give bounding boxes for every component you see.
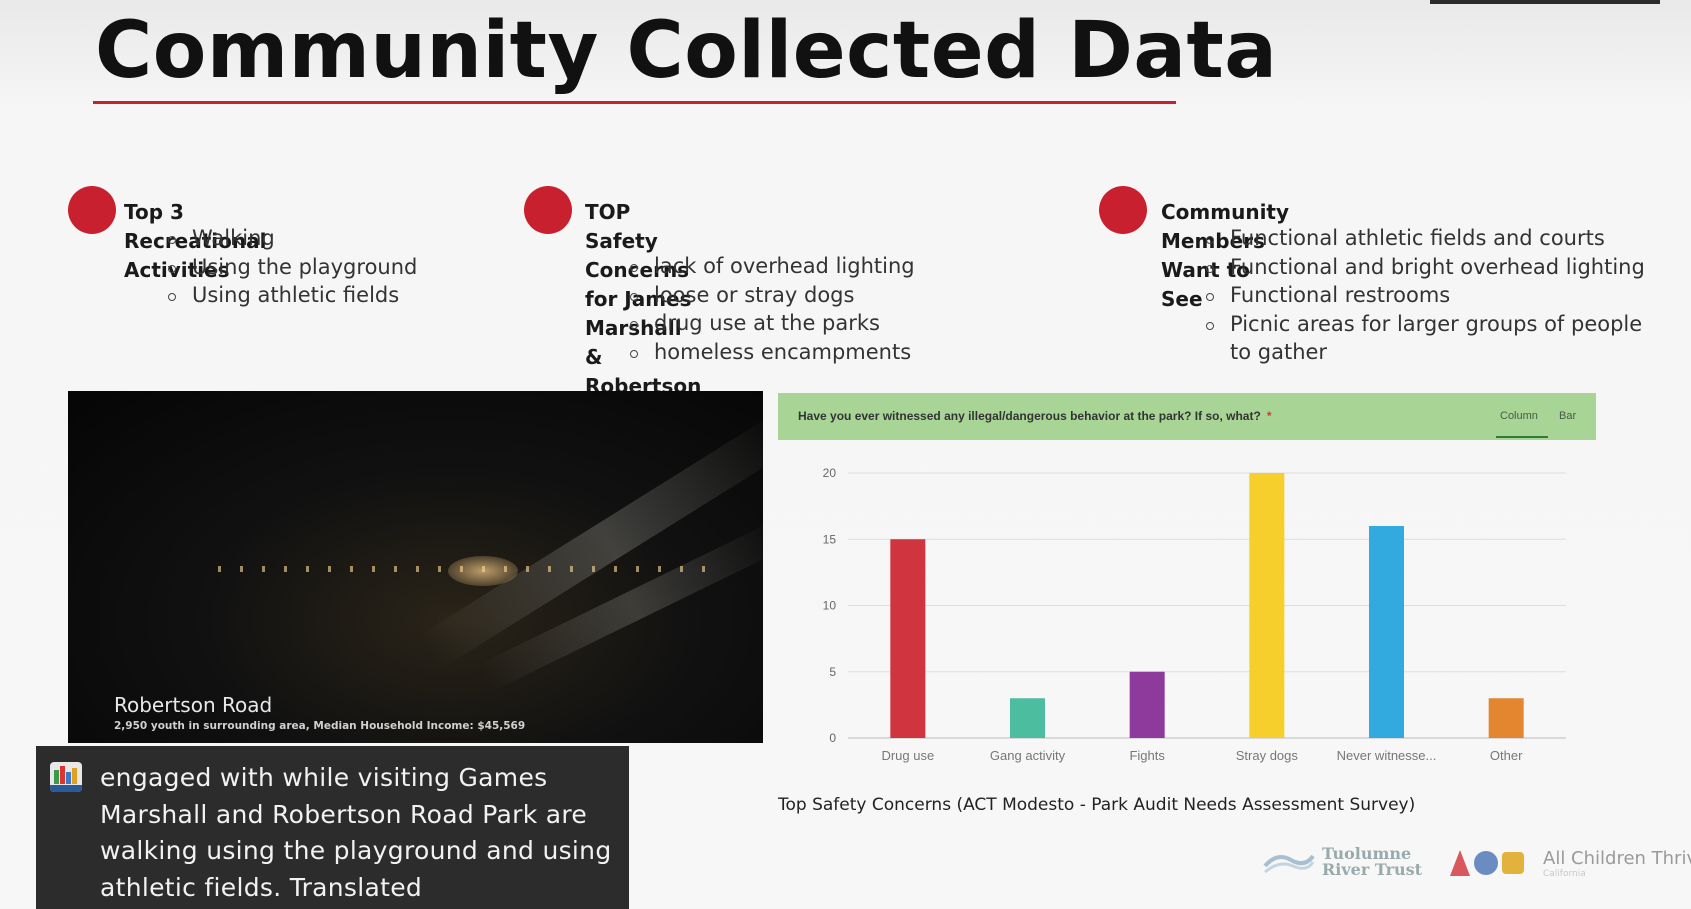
- bullet-list: Walking Using the playground Using athle…: [168, 224, 417, 310]
- list-item: Functional and bright overhead lighting: [1206, 253, 1645, 282]
- photo-title: Robertson Road: [114, 693, 273, 717]
- list-item-continuation: to gather: [1230, 340, 1328, 364]
- list-item: Picnic areas for larger groups of people: [1206, 310, 1645, 339]
- caption-line: walking using the playground and using: [100, 836, 612, 865]
- video-top-bar: [1430, 0, 1660, 4]
- x-tick-label: Other: [1490, 748, 1523, 763]
- caption-overlay: engaged with while visiting Games Marsha…: [36, 746, 629, 909]
- slide-title: Community Collected Data: [95, 6, 1278, 96]
- list-item: Functional athletic fields and courts: [1206, 224, 1645, 253]
- y-tick-label: 5: [829, 665, 836, 679]
- logo-text-line: River Trust: [1322, 860, 1423, 879]
- bar-chart: 0 5 10 15 20 Drug use Gang activity Fights Stray…: [823, 466, 1566, 763]
- red-bullet-dot: [68, 186, 116, 234]
- x-tick-label: Never witnesse...: [1337, 748, 1437, 763]
- x-tick-label: Drug use: [881, 748, 934, 763]
- act-logo-mark: [1450, 850, 1524, 876]
- y-tick-label: 20: [823, 466, 837, 480]
- modesto-app-icon: [50, 762, 82, 792]
- survey-question-header: Have you ever witnessed any illegal/dang…: [778, 393, 1596, 440]
- bar: [1129, 671, 1165, 738]
- tuolumne-river-trust-logo: [1263, 854, 1315, 874]
- light-glow: [448, 556, 518, 586]
- bar: [1369, 526, 1404, 738]
- bar: [890, 539, 926, 738]
- photo-subtitle: 2,950 youth in surrounding area, Median …: [114, 720, 526, 732]
- list-item: Functional restrooms: [1206, 281, 1645, 310]
- caption-text: engaged with while visiting Games Marsha…: [100, 760, 620, 906]
- bar: [1010, 698, 1045, 738]
- park-night-photo: Robertson Road 2,950 youth in surroundin…: [68, 391, 763, 743]
- active-tab-indicator: [1496, 436, 1548, 438]
- caption-line: engaged with while visiting Games: [100, 763, 548, 792]
- red-bullet-dot: [1099, 186, 1147, 234]
- list-item: loose or stray dogs: [630, 281, 915, 310]
- x-tick-label: Gang activity: [990, 748, 1066, 763]
- list-item: Using athletic fields: [168, 281, 417, 310]
- red-bullet-dot: [524, 186, 572, 234]
- bar: [1249, 473, 1285, 738]
- bullet-list: lack of overhead lighting loose or stray…: [630, 252, 915, 366]
- act-logo-subtext: California: [1543, 869, 1586, 879]
- x-tick-label: Stray dogs: [1236, 748, 1299, 763]
- y-tick-label: 10: [823, 599, 837, 613]
- x-tick-label: Fights: [1129, 748, 1165, 763]
- chart-caption: Top Safety Concerns (ACT Modesto - Park …: [778, 795, 1416, 815]
- list-item: Using the playground: [168, 253, 417, 282]
- survey-question-text: Have you ever witnessed any illegal/dang…: [798, 409, 1261, 423]
- list-item: drug use at the parks: [630, 309, 915, 338]
- required-marker: *: [1266, 409, 1272, 423]
- list-item: lack of overhead lighting: [630, 252, 915, 281]
- bar: [1488, 698, 1524, 738]
- title-underline: [93, 101, 1176, 104]
- tab-bar[interactable]: Bar: [1559, 410, 1576, 422]
- y-tick-label: 0: [829, 731, 836, 745]
- tab-column[interactable]: Column: [1500, 410, 1538, 422]
- y-tick-label: 15: [823, 532, 837, 546]
- caption-line: Marshall and Robertson Road Park are: [100, 799, 588, 829]
- list-item: Walking: [168, 224, 417, 253]
- tuolumne-logo-text: Tuolumne River Trust: [1322, 846, 1422, 878]
- survey-question: Have you ever witnessed any illegal/dang…: [798, 409, 1271, 423]
- list-item: homeless encampments: [630, 338, 915, 367]
- bullet-list: Functional athletic fields and courts Fu…: [1206, 224, 1645, 367]
- caption-line: athletic fields. Translated: [100, 872, 423, 902]
- act-logo-text: All Children Thrive: [1543, 848, 1691, 869]
